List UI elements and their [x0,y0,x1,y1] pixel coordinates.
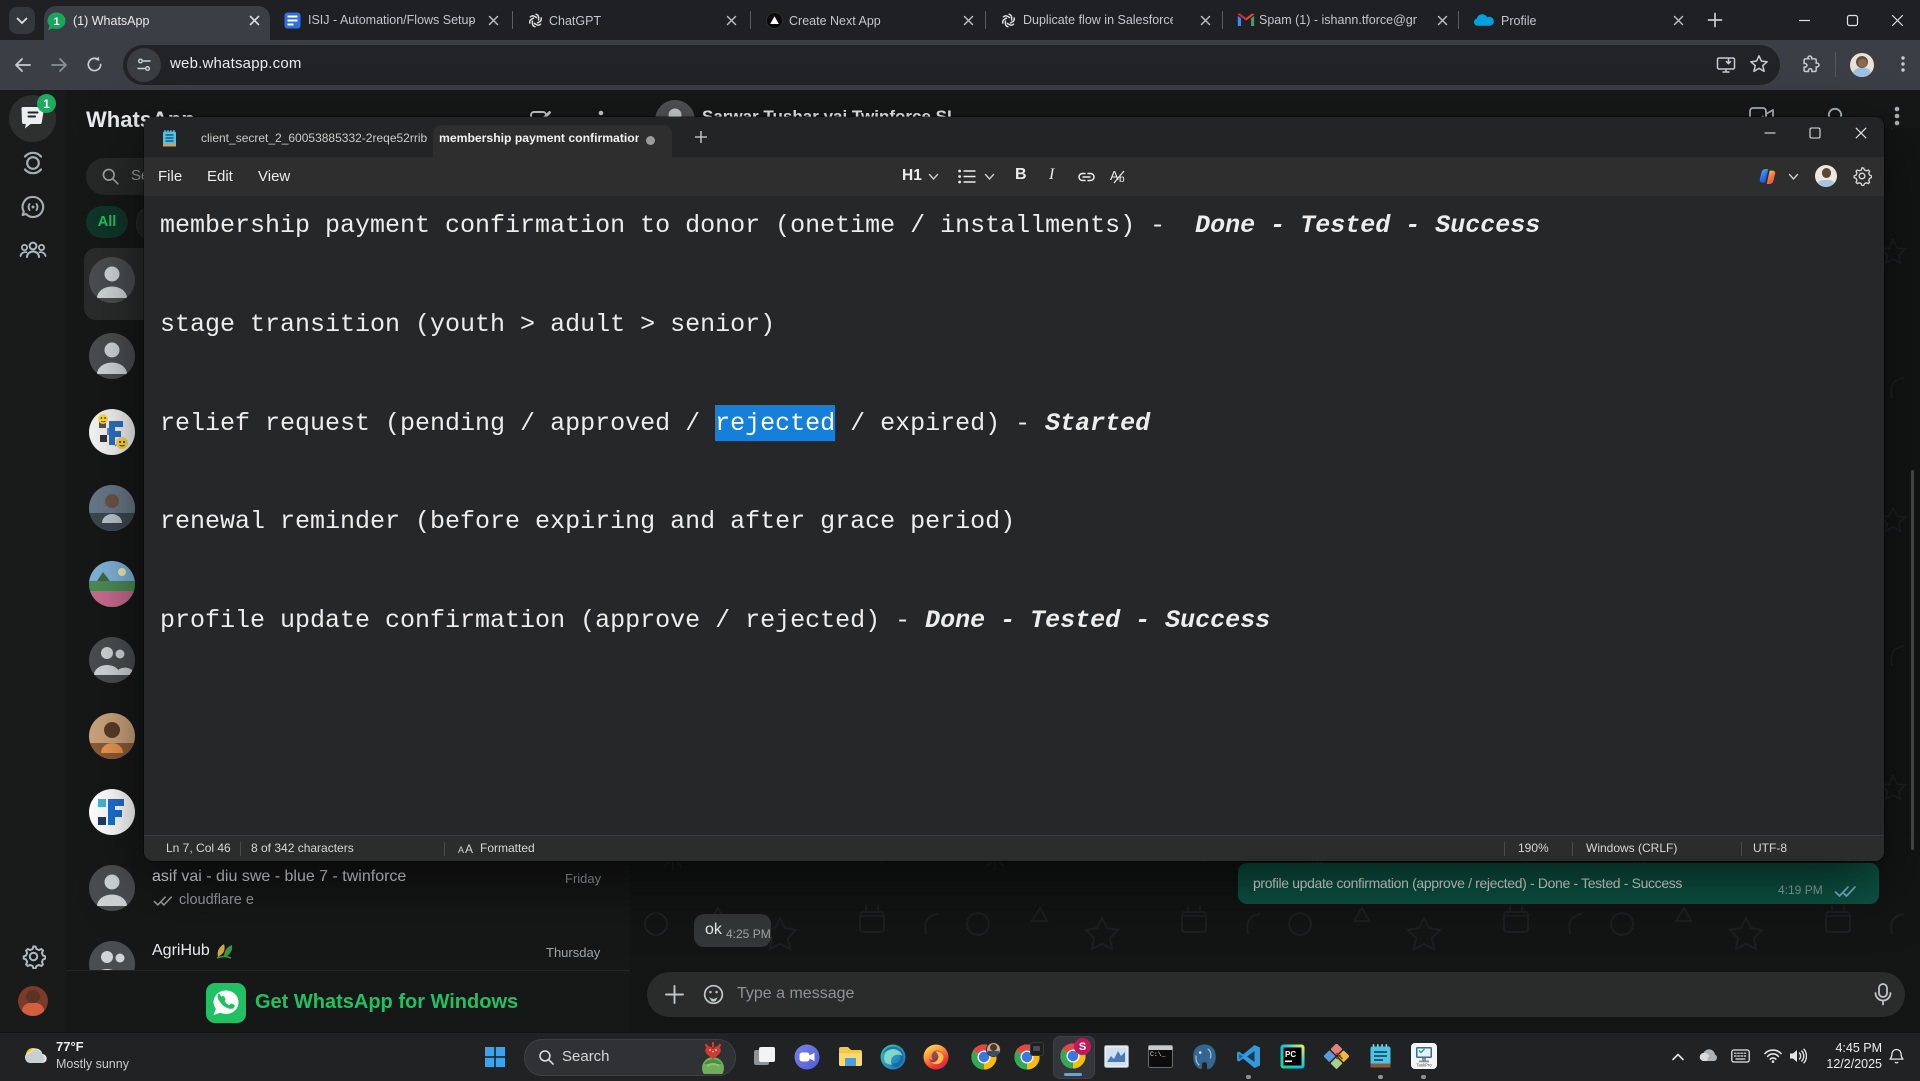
svg-text:A: A [458,845,464,855]
svg-text:TaskPro: TaskPro [1416,1063,1432,1068]
svg-text:PC: PC [1285,1050,1296,1059]
svg-text:C:\_: C:\_ [1150,1051,1166,1058]
svg-text:A: A [465,843,473,855]
svg-text:1: 1 [53,16,59,28]
svg-text:A: A [1110,168,1119,183]
